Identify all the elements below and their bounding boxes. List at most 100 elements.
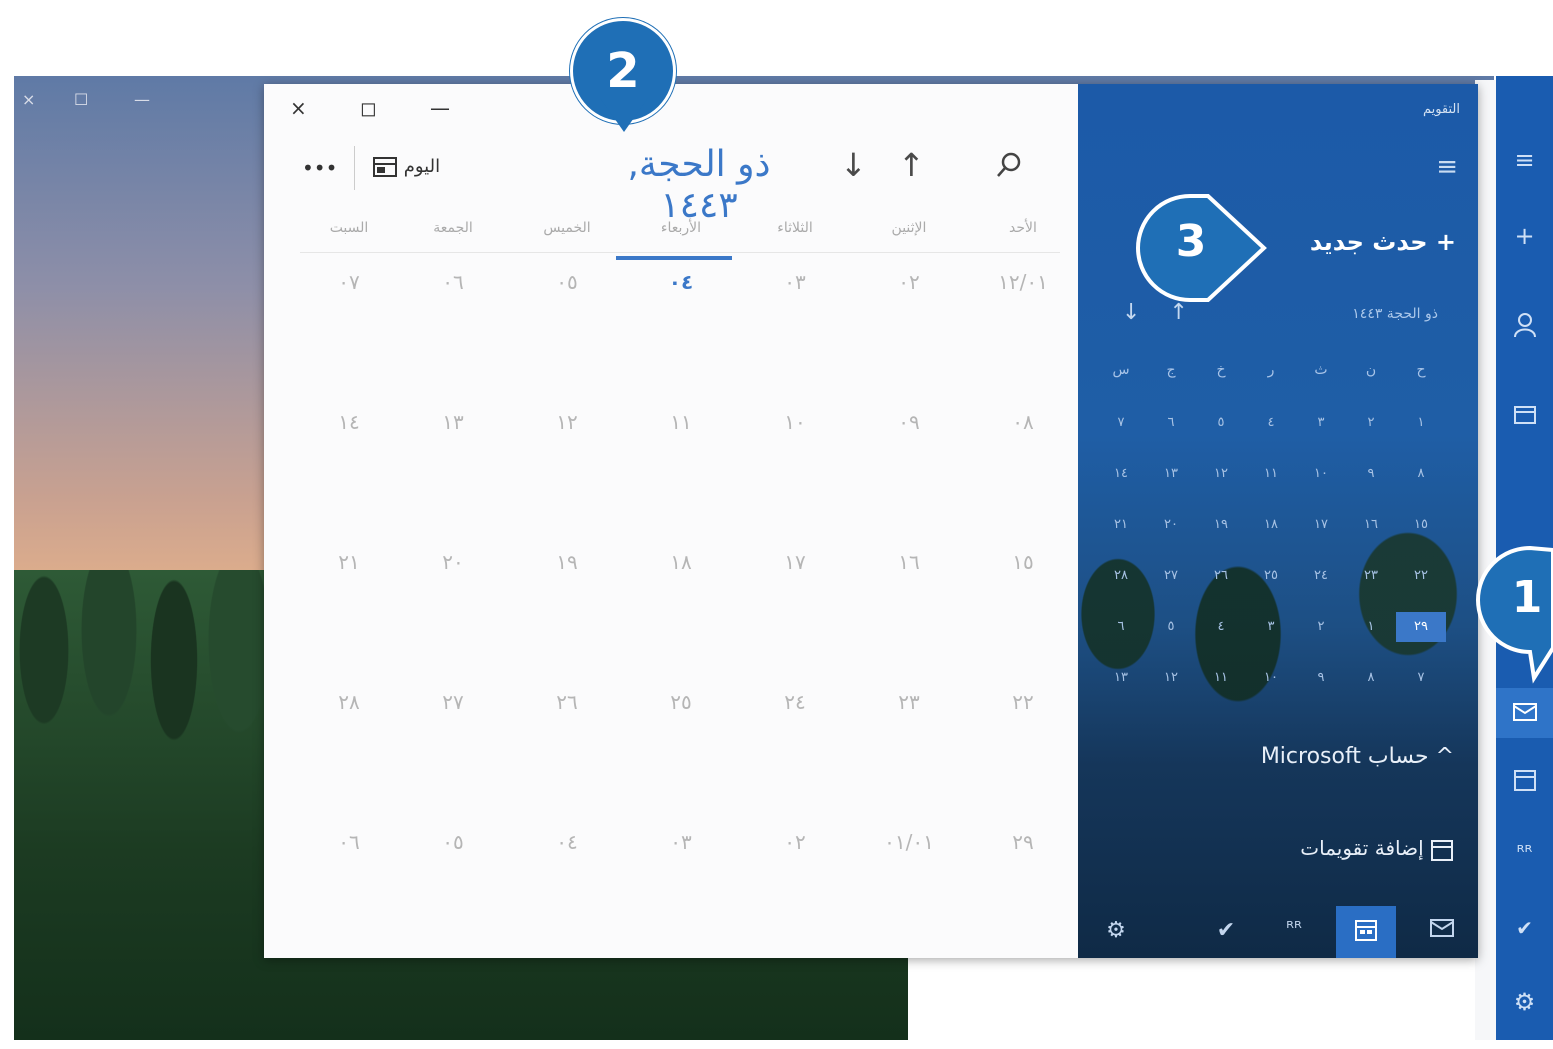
close-button[interactable]: × (290, 96, 307, 120)
day-cell[interactable]: ٠٣ (740, 270, 850, 294)
mini-day-cell[interactable]: ١١ (1196, 663, 1246, 693)
mini-day-cell[interactable]: ١٠ (1296, 459, 1346, 489)
mini-day-cell[interactable]: ٢ (1296, 612, 1346, 642)
mini-day-cell[interactable]: ٩ (1346, 459, 1396, 489)
settings-icon[interactable]: ⚙ (1496, 988, 1553, 1016)
today-button[interactable]: اليوم (372, 156, 440, 178)
day-cell[interactable]: ٠٢ (740, 830, 850, 854)
mini-day-cell[interactable]: ١٠ (1246, 663, 1296, 693)
day-cell[interactable]: ١٧ (740, 550, 850, 574)
day-cell[interactable]: ١٦ (854, 550, 964, 574)
day-cell[interactable]: ١٥ (968, 550, 1078, 574)
mini-day-cell[interactable]: ٦ (1096, 612, 1146, 642)
people-icon[interactable]: ᴿᴿ (1264, 906, 1324, 958)
todo-icon[interactable]: ✔ (1496, 916, 1553, 940)
day-cell[interactable]: ٠١/٠١ (854, 830, 964, 854)
mini-day-cell[interactable]: ٢٠ (1146, 510, 1196, 540)
minimize-button[interactable]: — (430, 96, 450, 120)
calendar-icon[interactable] (1336, 906, 1396, 958)
mini-day-cell[interactable]: ٥ (1196, 408, 1246, 438)
mail-icon[interactable] (1412, 906, 1472, 958)
mini-day-cell[interactable]: ٤ (1196, 612, 1246, 642)
day-cell[interactable]: ٢٨ (294, 690, 404, 714)
day-cell[interactable]: ١٨ (626, 550, 736, 574)
mini-day-cell[interactable]: ١٣ (1146, 459, 1196, 489)
hamburger-menu-icon[interactable]: ≡ (1436, 152, 1458, 182)
mini-calendar-month[interactable]: ذو الحجة ١٤٤٣ (1352, 306, 1438, 322)
mini-day-cell[interactable]: ٢٩ (1396, 612, 1446, 642)
mini-day-cell[interactable]: ٨ (1396, 459, 1446, 489)
day-cell[interactable]: ٠٦ (294, 830, 404, 854)
mini-day-cell[interactable]: ١٢ (1146, 663, 1196, 693)
day-cell[interactable]: ١٢/٠١ (968, 270, 1078, 294)
day-cell[interactable]: ٠٩ (854, 410, 964, 434)
mini-day-cell[interactable]: ٧ (1396, 663, 1446, 693)
previous-month-button[interactable]: ↑ (898, 146, 925, 184)
folder-icon[interactable] (1496, 404, 1553, 432)
day-cell[interactable]: ٠٤ (512, 830, 622, 854)
mini-day-cell[interactable]: ٢٤ (1296, 561, 1346, 591)
mini-day-cell[interactable]: ٢٣ (1346, 561, 1396, 591)
mini-day-cell[interactable]: ١٧ (1296, 510, 1346, 540)
search-icon[interactable] (994, 150, 1024, 186)
bg-minimize-button[interactable]: — (134, 90, 150, 109)
day-cell[interactable]: ٠٤ (626, 270, 736, 294)
mini-day-cell[interactable]: ٦ (1146, 408, 1196, 438)
day-cell[interactable]: ٢٦ (512, 690, 622, 714)
settings-icon[interactable]: ⚙ (1086, 906, 1146, 958)
day-cell[interactable]: ٢٧ (398, 690, 508, 714)
mini-day-cell[interactable]: ١٦ (1346, 510, 1396, 540)
mini-day-cell[interactable]: ١٥ (1396, 510, 1446, 540)
menu-icon[interactable]: ≡ (1496, 146, 1553, 174)
mini-day-cell[interactable]: ١٨ (1246, 510, 1296, 540)
day-cell[interactable]: ٠٥ (398, 830, 508, 854)
people-icon[interactable]: ᴿᴿ (1496, 842, 1553, 863)
day-cell[interactable]: ٢٤ (740, 690, 850, 714)
mini-day-cell[interactable]: ١١ (1246, 459, 1296, 489)
day-cell[interactable]: ١٠ (740, 410, 850, 434)
add-calendars-button[interactable]: إضافة تقويمات (1300, 836, 1454, 862)
mini-day-cell[interactable]: ٣ (1246, 612, 1296, 642)
day-cell[interactable]: ٠٢ (854, 270, 964, 294)
day-cell[interactable]: ٠٣ (626, 830, 736, 854)
mini-day-cell[interactable]: ١٢ (1196, 459, 1246, 489)
day-cell[interactable]: ١٣ (398, 410, 508, 434)
mini-day-cell[interactable]: ١٣ (1096, 663, 1146, 693)
day-cell[interactable]: ١٢ (512, 410, 622, 434)
mini-day-cell[interactable]: ٢٦ (1196, 561, 1246, 591)
maximize-button[interactable]: ◻ (360, 96, 377, 120)
mail-icon[interactable] (1496, 688, 1553, 738)
day-cell[interactable]: ٠٨ (968, 410, 1078, 434)
person-icon[interactable] (1496, 312, 1553, 344)
bg-close-button[interactable]: × (22, 90, 35, 109)
mini-day-cell[interactable]: ٣ (1296, 408, 1346, 438)
mini-day-cell[interactable]: ١٩ (1196, 510, 1246, 540)
day-cell[interactable]: ١١ (626, 410, 736, 434)
mini-day-cell[interactable]: ٢٥ (1246, 561, 1296, 591)
todo-icon[interactable]: ✔ (1196, 906, 1256, 958)
new-event-button[interactable]: + حدث جديد (1310, 228, 1456, 256)
more-options-button[interactable]: ••• (302, 156, 337, 180)
day-cell[interactable]: ٠٦ (398, 270, 508, 294)
day-cell[interactable]: ٢٢ (968, 690, 1078, 714)
mini-day-cell[interactable]: ٢١ (1096, 510, 1146, 540)
mini-day-cell[interactable]: ٩ (1296, 663, 1346, 693)
mini-day-cell[interactable]: ١ (1346, 612, 1396, 642)
day-cell[interactable]: ٢٣ (854, 690, 964, 714)
mini-day-cell[interactable]: ٨ (1346, 663, 1396, 693)
next-month-button[interactable]: ↓ (840, 146, 867, 184)
day-cell[interactable]: ٢٥ (626, 690, 736, 714)
day-cell[interactable]: ١٤ (294, 410, 404, 434)
mini-day-cell[interactable]: ٢٧ (1146, 561, 1196, 591)
calendar-icon[interactable] (1496, 768, 1553, 798)
mini-day-cell[interactable]: ١٤ (1096, 459, 1146, 489)
day-cell[interactable]: ١٩ (512, 550, 622, 574)
mini-day-cell[interactable]: ٢٨ (1096, 561, 1146, 591)
day-cell[interactable]: ٠٥ (512, 270, 622, 294)
day-cell[interactable]: ٢٩ (968, 830, 1078, 854)
mini-day-cell[interactable]: ٧ (1096, 408, 1146, 438)
mini-day-cell[interactable]: ٤ (1246, 408, 1296, 438)
mini-day-cell[interactable]: ٥ (1146, 612, 1196, 642)
bg-maximize-button[interactable]: ☐ (74, 90, 88, 109)
day-cell[interactable]: ٠٧ (294, 270, 404, 294)
